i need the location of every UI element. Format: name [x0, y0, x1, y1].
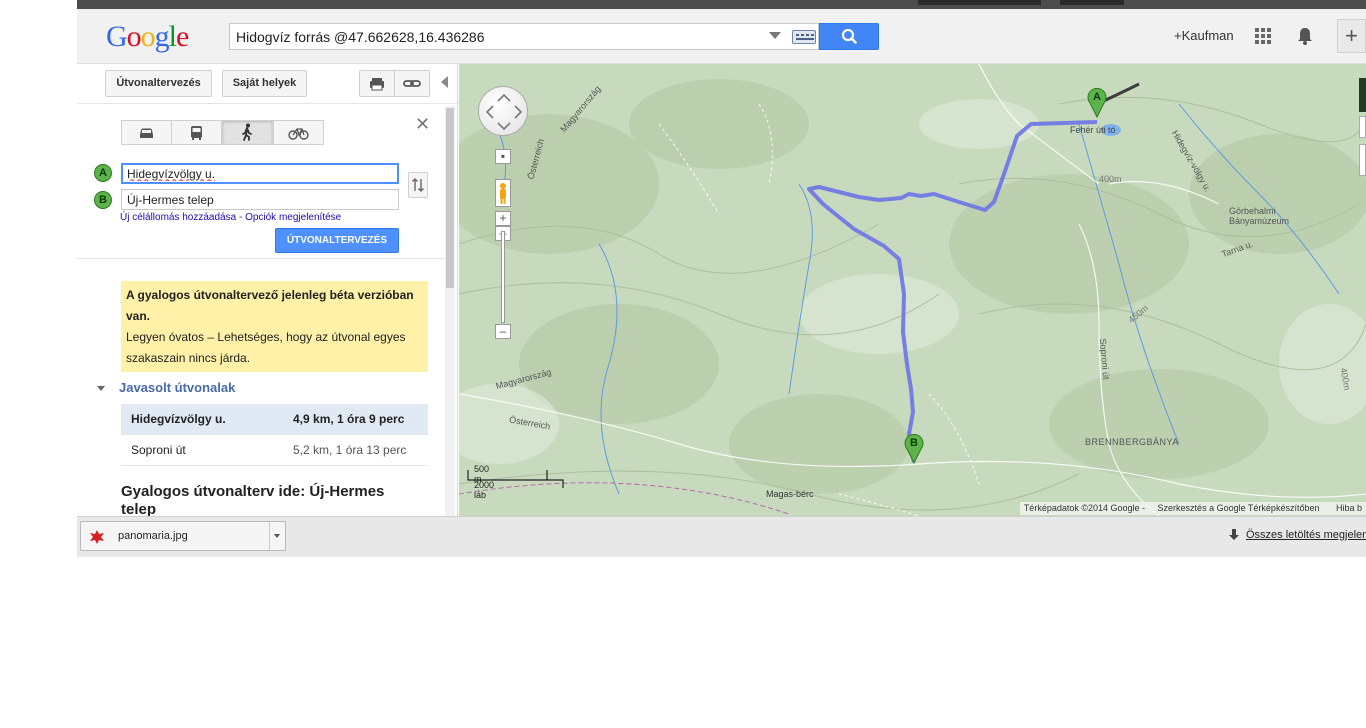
- notifications-bell-icon[interactable]: [1295, 26, 1315, 46]
- route-planning-button[interactable]: Útvonaltervezés: [105, 70, 212, 97]
- walking-icon: [242, 123, 252, 141]
- waypoint-a-input[interactable]: [121, 163, 399, 184]
- show-all-downloads-link[interactable]: Összes letöltés megjelenítése: [1246, 529, 1366, 541]
- map-label: BRENNBERGBÁNYA: [1085, 437, 1179, 447]
- suggested-routes-heading[interactable]: Javasolt útvonalak: [97, 380, 235, 395]
- search-input[interactable]: [236, 24, 756, 49]
- google-logo[interactable]: Google: [106, 20, 189, 54]
- search-button[interactable]: [819, 23, 879, 50]
- scrollbar-thumb[interactable]: [446, 108, 454, 288]
- download-menu-button[interactable]: [269, 522, 285, 550]
- search-dropdown-icon[interactable]: [769, 32, 781, 39]
- walking-directions-title: Gyalogos útvonalterv ide: Új-Hermes tele…: [121, 483, 385, 516]
- keyboard-icon[interactable]: [792, 30, 816, 44]
- report-edit-link[interactable]: Szerkesztés a Google Térképkészítőben: [1158, 503, 1320, 513]
- route-option[interactable]: Soproni út 5,2 km, 1 óra 13 perc: [121, 435, 428, 466]
- mode-walking-button[interactable]: [222, 120, 273, 145]
- map-label: 400m: [1099, 174, 1122, 184]
- map-label: Fehér úti tó: [1070, 125, 1116, 135]
- expand-triangle-icon: [97, 386, 105, 392]
- divider: [77, 258, 445, 259]
- report-error-link[interactable]: Hiba b: [1336, 503, 1362, 513]
- mode-car-button[interactable]: [121, 120, 172, 145]
- zoom-in-button[interactable]: +: [495, 211, 511, 226]
- map-type-thumbnail[interactable]: [1359, 78, 1366, 112]
- beta-warning-box: A gyalogos útvonaltervező jelenleg béta …: [121, 281, 428, 372]
- swap-icon: [412, 178, 424, 192]
- top-strip-tab: [918, 0, 1041, 5]
- mode-transit-button[interactable]: [171, 120, 222, 145]
- search-box: [229, 23, 819, 50]
- warning-body: Legyen óvatos – Lehetséges, hogy az útvo…: [126, 330, 406, 365]
- search-icon: [841, 28, 857, 44]
- bus-icon: [191, 126, 202, 140]
- download-bar: panomaria.jpg Összes letöltés megjelenít…: [77, 516, 1366, 557]
- route-name: Soproni út: [131, 443, 186, 457]
- share-plus-button[interactable]: +: [1337, 19, 1366, 53]
- download-filename: panomaria.jpg: [118, 530, 188, 542]
- collapse-panel-icon[interactable]: [441, 76, 448, 88]
- route-distance: 4,9 km, 1 óra 9 perc: [293, 412, 405, 426]
- waypoint-b-marker: B: [94, 191, 112, 209]
- map-side-control[interactable]: [1359, 144, 1366, 176]
- pan-control[interactable]: [478, 86, 528, 136]
- waypoint-b-input[interactable]: [121, 189, 399, 210]
- download-icon: [1229, 529, 1239, 540]
- download-item[interactable]: panomaria.jpg: [80, 521, 286, 551]
- image-file-icon: [90, 530, 104, 544]
- route-name: Hidegvízvölgy u.: [131, 412, 226, 426]
- route-distance: 5,2 km, 1 óra 13 perc: [293, 443, 407, 457]
- warning-title: A gyalogos útvonaltervező jelenleg béta …: [126, 288, 414, 323]
- get-directions-button[interactable]: ÚTVONALTERVEZÉS: [275, 228, 399, 253]
- show-options-link[interactable]: Opciók megjelenítése: [245, 212, 341, 223]
- waypoint-links: Új célállomás hozzáadása - Opciók megjel…: [120, 212, 341, 223]
- map-label: Bányamúzeum: [1229, 216, 1290, 226]
- panel-scrollbar[interactable]: [445, 106, 455, 516]
- map-attribution: Térképadatok ©2014 Google - Szerkesztés …: [1019, 502, 1366, 515]
- swap-waypoints-button[interactable]: [408, 172, 428, 198]
- links-separator: -: [236, 212, 246, 223]
- suggested-routes-label: Javasolt útvonalak: [119, 380, 236, 395]
- bicycle-icon: [288, 128, 309, 140]
- add-destination-link[interactable]: Új célállomás hozzáadása: [120, 212, 236, 223]
- pin-a-label: A: [1093, 91, 1101, 103]
- waypoint-a-marker: A: [94, 164, 112, 182]
- attribution-text: Térképadatok ©2014 Google -: [1023, 503, 1146, 513]
- top-strip-tab: [1060, 0, 1124, 5]
- browser-top-strip: [77, 0, 1366, 9]
- car-icon: [140, 128, 153, 138]
- mode-bicycle-button[interactable]: [273, 120, 324, 145]
- map-side-control[interactable]: [1359, 116, 1366, 138]
- scale-imperial: 2000 láb: [474, 480, 495, 500]
- divider: [77, 103, 457, 104]
- header: Google +Kaufman: [77, 9, 1366, 64]
- close-directions-icon[interactable]: ✕: [415, 114, 430, 135]
- zoom-out-button[interactable]: –: [495, 324, 511, 339]
- maps-app: Google +Kaufman: [77, 0, 1366, 557]
- user-profile-link[interactable]: +Kaufman: [1174, 28, 1234, 43]
- directions-panel: Útvonaltervezés Saját helyek ✕ A Hidegví…: [77, 64, 458, 516]
- link-icon: [403, 80, 421, 87]
- street-view-pegman-icon[interactable]: [495, 179, 511, 207]
- print-icon: [370, 78, 384, 91]
- pin-b-label: B: [910, 437, 918, 449]
- chevron-down-icon: [274, 534, 280, 538]
- map-label: Magas-bérc: [766, 489, 814, 499]
- map-canvas[interactable]: A B Fehér úti tó Görbehalmi Bányamúzeum …: [459, 64, 1366, 516]
- route-option[interactable]: Hidegvízvölgy u. 4,9 km, 1 óra 9 perc: [121, 404, 428, 435]
- zoom-slider-track[interactable]: [501, 231, 505, 323]
- my-places-button[interactable]: Saját helyek: [222, 70, 307, 97]
- print-button[interactable]: [359, 70, 395, 97]
- apps-grid-icon[interactable]: [1255, 28, 1271, 44]
- map-label: Görbehalmi: [1229, 206, 1276, 216]
- zoom-fit-button[interactable]: ▪: [495, 149, 511, 164]
- link-button[interactable]: [394, 70, 430, 97]
- pan-arrows-icon: [485, 93, 523, 131]
